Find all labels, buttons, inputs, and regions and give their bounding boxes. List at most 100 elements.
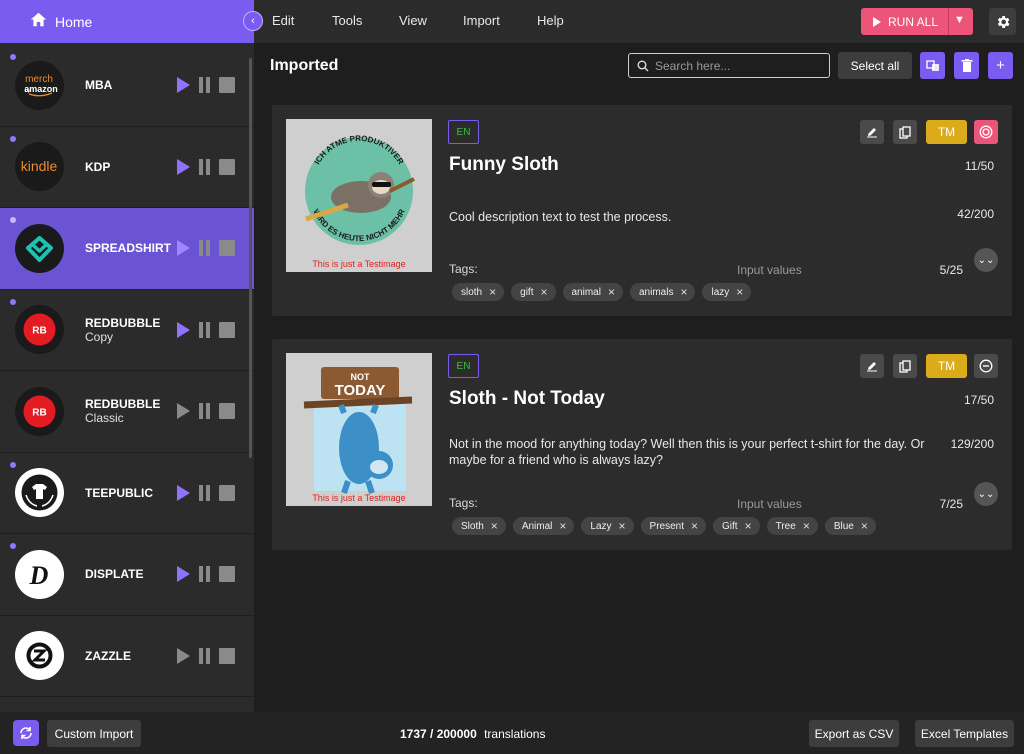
tag-chip[interactable]: animals ×: [629, 283, 696, 301]
stop-icon[interactable]: [219, 647, 235, 664]
language-badge[interactable]: EN: [448, 354, 479, 378]
card-title[interactable]: Sloth - Not Today: [449, 388, 605, 410]
tag-chip[interactable]: sloth ×: [452, 283, 505, 301]
copy-button[interactable]: [893, 120, 917, 144]
trademark-button[interactable]: TM: [926, 354, 967, 378]
sidebar-scrollbar[interactable]: [249, 58, 252, 458]
expand-button[interactable]: ⌄⌄: [974, 482, 998, 506]
trademark-button[interactable]: TM: [926, 120, 967, 144]
tag-chip[interactable]: animal ×: [562, 283, 623, 301]
play-icon[interactable]: [177, 566, 190, 583]
design-card[interactable]: ICH ATME PRODUKTIVER WIRD ES HEUTE NICHT…: [272, 105, 1012, 316]
close-icon[interactable]: ×: [861, 519, 868, 533]
pause-icon[interactable]: [199, 403, 210, 420]
pause-icon[interactable]: [199, 77, 210, 94]
play-icon[interactable]: [177, 77, 190, 94]
copy-button[interactable]: [893, 354, 917, 378]
language-badge[interactable]: EN: [448, 120, 479, 144]
platform-item-spreadshirt[interactable]: SPREADSHIRT: [0, 208, 254, 290]
menu-import[interactable]: Import: [463, 13, 500, 28]
pause-icon[interactable]: [199, 240, 210, 257]
play-icon[interactable]: [177, 321, 190, 338]
tag-chip[interactable]: Animal ×: [512, 517, 575, 535]
play-icon[interactable]: [177, 158, 190, 175]
play-icon[interactable]: [177, 647, 190, 664]
stop-icon[interactable]: [219, 403, 235, 420]
pause-icon[interactable]: [199, 321, 210, 338]
play-icon[interactable]: [177, 403, 190, 420]
sync-button[interactable]: [13, 720, 39, 746]
close-icon[interactable]: ×: [691, 519, 698, 533]
play-icon[interactable]: [177, 484, 190, 501]
pause-icon[interactable]: [199, 158, 210, 175]
tag-chip[interactable]: lazy ×: [702, 283, 752, 301]
tag-chip[interactable]: Blue ×: [824, 517, 876, 535]
tag-chip[interactable]: Present ×: [640, 517, 707, 535]
status-toggle-button[interactable]: [974, 354, 998, 378]
expand-button[interactable]: ⌄⌄: [974, 248, 998, 272]
platform-item-teepublic[interactable]: TEEPUBLIC: [0, 453, 254, 534]
play-icon[interactable]: [177, 240, 190, 257]
pause-icon[interactable]: [199, 484, 210, 501]
card-title[interactable]: Funny Sloth: [449, 154, 559, 176]
platform-item-kdp[interactable]: kindle KDP: [0, 127, 254, 208]
run-all-button[interactable]: RUN ALL ▼: [861, 8, 973, 35]
collapse-sidebar-button[interactable]: ‹: [243, 11, 263, 31]
close-icon[interactable]: ×: [736, 285, 743, 299]
close-icon[interactable]: ×: [540, 285, 547, 299]
tag-chip[interactable]: Gift ×: [713, 517, 760, 535]
close-icon[interactable]: ×: [608, 285, 615, 299]
platform-item-redbubble-copy[interactable]: RB REDBUBBLE Copy: [0, 290, 254, 371]
close-icon[interactable]: ×: [489, 285, 496, 299]
search-box[interactable]: [628, 53, 830, 78]
tag-chip[interactable]: gift ×: [511, 283, 556, 301]
platform-item-redbubble-classic[interactable]: RB REDBUBBLE Classic: [0, 371, 254, 453]
card-description[interactable]: Cool description text to test the proces…: [449, 209, 949, 225]
stop-icon[interactable]: [219, 566, 235, 583]
design-thumbnail[interactable]: ICH ATME PRODUKTIVER WIRD ES HEUTE NICHT…: [286, 119, 432, 272]
platform-item-displate[interactable]: D DISPLATE: [0, 534, 254, 616]
export-csv-button[interactable]: Export as CSV: [809, 720, 899, 747]
close-icon[interactable]: ×: [491, 519, 498, 533]
excel-templates-button[interactable]: Excel Templates: [915, 720, 1014, 747]
edit-button[interactable]: [860, 120, 884, 144]
design-card[interactable]: NOT TODAY This is just a Testimage EN Sl…: [272, 339, 1012, 550]
pause-icon[interactable]: [199, 647, 210, 664]
menu-edit[interactable]: Edit: [272, 13, 294, 28]
close-icon[interactable]: ×: [619, 519, 626, 533]
select-all-button[interactable]: Select all: [838, 52, 912, 79]
settings-button[interactable]: [989, 8, 1016, 35]
menu-tools[interactable]: Tools: [332, 13, 362, 28]
platform-item-mba[interactable]: merch by amazon MBA: [0, 45, 254, 127]
tag-chip[interactable]: Sloth ×: [452, 517, 506, 535]
chevron-down-icon[interactable]: ▼: [954, 14, 965, 26]
close-icon[interactable]: ×: [559, 519, 566, 533]
card-description[interactable]: Not in the mood for anything today? Well…: [449, 436, 949, 468]
home-button[interactable]: Home ‹: [0, 0, 263, 43]
stop-icon[interactable]: [219, 240, 235, 257]
platform-item-zazzle[interactable]: ZAZZLE: [0, 616, 254, 697]
status-toggle-button[interactable]: [974, 120, 998, 144]
search-input[interactable]: [655, 58, 815, 73]
stop-icon[interactable]: [219, 484, 235, 501]
delete-button[interactable]: [954, 52, 979, 79]
redbubble-logo: RB: [15, 305, 64, 355]
close-icon[interactable]: ×: [745, 519, 752, 533]
stop-icon[interactable]: [219, 158, 235, 175]
menu-view[interactable]: View: [399, 13, 427, 28]
add-button[interactable]: +: [988, 52, 1013, 79]
input-values-placeholder[interactable]: Input values: [737, 497, 802, 511]
stop-icon[interactable]: [219, 77, 235, 94]
tag-chip[interactable]: Tree ×: [766, 517, 818, 535]
close-icon[interactable]: ×: [803, 519, 810, 533]
input-values-placeholder[interactable]: Input values: [737, 263, 802, 277]
menu-help[interactable]: Help: [537, 13, 564, 28]
tag-chip[interactable]: Lazy ×: [581, 517, 634, 535]
translate-button[interactable]: [920, 52, 945, 79]
edit-button[interactable]: [860, 354, 884, 378]
design-thumbnail[interactable]: NOT TODAY This is just a Testimage: [286, 353, 432, 506]
pause-icon[interactable]: [199, 566, 210, 583]
custom-import-button[interactable]: Custom Import: [47, 720, 141, 747]
stop-icon[interactable]: [219, 321, 235, 338]
close-icon[interactable]: ×: [680, 285, 687, 299]
